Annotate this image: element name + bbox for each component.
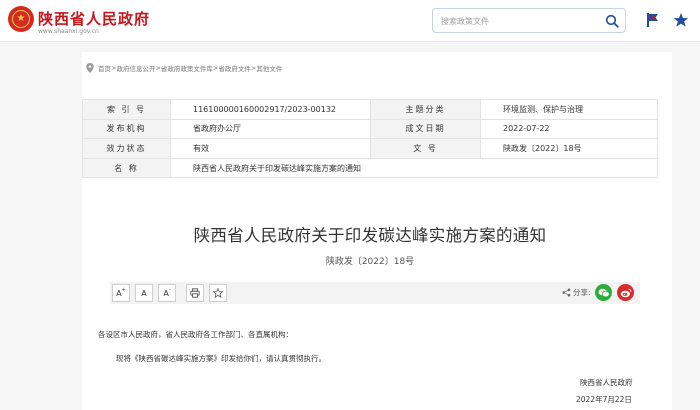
font-reset-label: A bbox=[141, 288, 147, 298]
signing-date: 2022年7月22日 bbox=[576, 395, 632, 404]
national-emblem-icon[interactable]: ★ bbox=[8, 6, 34, 32]
index-label: 索 引 号 bbox=[82, 99, 171, 120]
font-increase-button[interactable]: A + bbox=[112, 284, 130, 302]
docno-value: 陕政发〔2022〕18号 bbox=[480, 138, 658, 159]
docno-label: 文 号 bbox=[370, 138, 481, 159]
star-icon[interactable] bbox=[673, 12, 689, 28]
weibo-share-button[interactable] bbox=[617, 284, 634, 301]
share-icon bbox=[562, 288, 571, 297]
search-icon[interactable] bbox=[605, 14, 619, 28]
font-reset-button[interactable]: A bbox=[135, 284, 153, 302]
document-paragraph: 现将《陕西省碳达峰实施方案》印发给你们，请认真贯彻执行。 bbox=[116, 354, 326, 363]
status-value: 有效 bbox=[170, 138, 371, 159]
breadcrumb-home[interactable]: 首页 bbox=[98, 63, 111, 73]
search-input[interactable] bbox=[441, 13, 591, 29]
table-row: 效力状态 有效 文 号 陕政发〔2022〕18号 bbox=[82, 138, 658, 159]
site-header: ★ 陕西省人民政府 www.shaanxi.gov.cn bbox=[0, 0, 700, 42]
plus-mark: + bbox=[121, 287, 126, 293]
index-value: 116100000160002917/2023-00132 bbox=[170, 99, 371, 120]
topic-label: 主题分类 bbox=[370, 99, 481, 120]
weibo-icon bbox=[620, 288, 631, 297]
document-toolbar: A + A A- 分享: bbox=[110, 282, 640, 304]
breadcrumb-other-files[interactable]: 其他文件 bbox=[256, 63, 282, 73]
print-icon bbox=[190, 288, 200, 298]
name-value: 陕西省人民政府关于印发碳达峰实施方案的通知 bbox=[170, 157, 658, 179]
site-url: www.shaanxi.gov.cn bbox=[38, 28, 99, 35]
font-decrease-button[interactable]: A- bbox=[158, 284, 176, 302]
date-value: 2022-07-22 bbox=[480, 118, 658, 140]
name-label: 名 称 bbox=[82, 157, 171, 179]
breadcrumb: 首页 > 政府信息公开 > 省政府政策文件库 > 省政府文件 > 其他文件 bbox=[86, 62, 282, 74]
signing-organization: 陕西省人民政府 bbox=[580, 378, 633, 387]
location-pin-icon bbox=[86, 63, 94, 73]
print-button[interactable] bbox=[186, 284, 204, 302]
bookmark-star-icon bbox=[213, 288, 223, 298]
document-title: 陕西省人民政府关于印发碳达峰实施方案的通知 bbox=[193, 226, 547, 245]
table-row: 名 称 陕西省人民政府关于印发碳达峰实施方案的通知 bbox=[82, 157, 658, 179]
breadcrumb-policy-library[interactable]: 省政府政策文件库 bbox=[161, 63, 213, 73]
document-number: 陕政发〔2022〕18号 bbox=[325, 257, 415, 267]
document-card: 首页 > 政府信息公开 > 省政府政策文件库 > 省政府文件 > 其他文件 索 … bbox=[82, 52, 672, 410]
breadcrumb-gov-info[interactable]: 政府信息公开 bbox=[116, 63, 155, 73]
flag-icon[interactable] bbox=[647, 13, 659, 27]
site-name[interactable]: 陕西省人民政府 bbox=[38, 8, 150, 29]
topic-value: 环境监测、保护与治理 bbox=[480, 99, 658, 120]
search-box bbox=[432, 8, 626, 33]
share-text: 分享: bbox=[573, 288, 591, 297]
minus-mark: - bbox=[168, 287, 171, 293]
share-label: 分享: bbox=[562, 287, 591, 298]
issuer-value: 省政府办公厅 bbox=[170, 118, 371, 140]
status-label: 效力状态 bbox=[82, 138, 171, 159]
document-paragraph: 各设区市人民政府，省人民政府各工作部门、各直属机构： bbox=[98, 330, 293, 339]
favorite-button[interactable] bbox=[209, 284, 227, 302]
wechat-share-button[interactable] bbox=[595, 284, 612, 301]
wechat-icon bbox=[598, 288, 610, 297]
issuer-label: 发布机构 bbox=[82, 118, 171, 140]
table-row: 发布机构 省政府办公厅 成文日期 2022-07-22 bbox=[82, 118, 658, 140]
document-meta-table: 索 引 号 116100000160002917/2023-00132 主题分类… bbox=[82, 99, 658, 179]
table-row: 索 引 号 116100000160002917/2023-00132 主题分类… bbox=[82, 99, 658, 120]
breadcrumb-gov-files[interactable]: 省政府文件 bbox=[218, 63, 251, 73]
date-label: 成文日期 bbox=[370, 118, 481, 140]
